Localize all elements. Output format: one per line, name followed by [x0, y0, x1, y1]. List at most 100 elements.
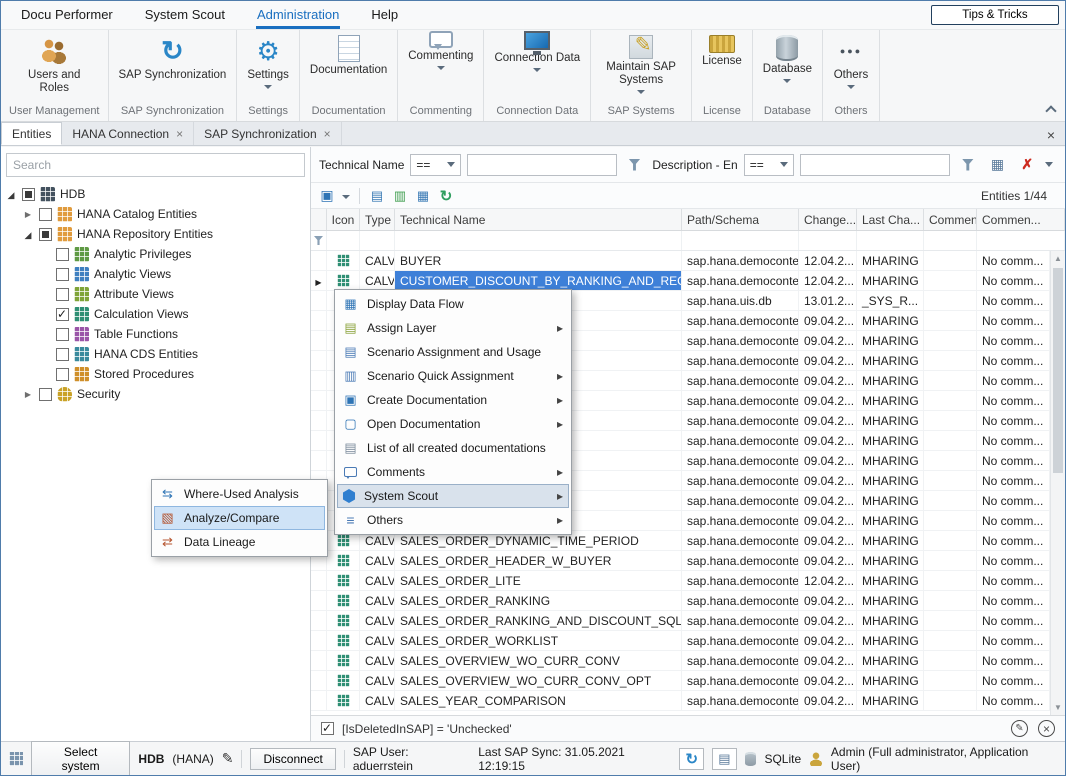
cell-technical-name[interactable]: SALES_ORDER_WORKLIST: [395, 631, 682, 650]
menu-item[interactable]: Administration: [241, 1, 355, 29]
cell-technical-name[interactable]: SALES_ORDER_LITE: [395, 571, 682, 590]
tree-checkbox[interactable]: [39, 228, 52, 241]
cell-technical-name[interactable]: SALES_ORDER_RANKING_AND_DISCOUNT_SQL: [395, 611, 682, 630]
systems-grid-icon[interactable]: [9, 752, 23, 766]
filter-apply-icon[interactable]: [956, 154, 980, 176]
ribbon-button[interactable]: Connection Data: [486, 30, 588, 104]
log-button[interactable]: [712, 748, 737, 770]
table-row[interactable]: CALV SALES_OVERVIEW_WO_CURR_CONV sap.han…: [311, 651, 1050, 671]
ribbon-button[interactable]: SAP Synchronization: [111, 30, 235, 104]
tree-expander-icon[interactable]: [5, 184, 17, 205]
tab[interactable]: HANA Connection ×: [62, 122, 194, 145]
tree-item[interactable]: Security: [1, 384, 310, 404]
context-menu-item[interactable]: Comments: [337, 460, 569, 484]
cell-technical-name[interactable]: SALES_YEAR_COMPARISON: [395, 691, 682, 710]
tab[interactable]: SAP Synchronization ×: [194, 122, 342, 145]
context-menu-item[interactable]: List of all created documentations: [337, 436, 569, 460]
menu-item[interactable]: Docu Performer: [5, 1, 129, 29]
context-menu-item[interactable]: Scenario Quick Assignment: [337, 364, 569, 388]
filter-enabled-checkbox[interactable]: [321, 722, 334, 735]
table-row[interactable]: CALV SALES_ORDER_RANKING_AND_DISCOUNT_SQ…: [311, 611, 1050, 631]
vertical-scrollbar[interactable]: ▲ ▼: [1050, 251, 1065, 715]
edit-filter-icon[interactable]: [1011, 720, 1028, 737]
ribbon-button[interactable]: Settings: [239, 30, 297, 104]
tree-item[interactable]: Table Functions: [1, 324, 310, 344]
cell-technical-name[interactable]: BUYER: [395, 251, 682, 270]
table-row[interactable]: CALV BUYER sap.hana.democonte... 12.04.2…: [311, 251, 1050, 271]
filter-value1-input[interactable]: [467, 154, 617, 176]
filter-operator1-select[interactable]: ==: [410, 154, 460, 176]
tab-close-icon[interactable]: ×: [324, 127, 331, 141]
scroll-up-icon[interactable]: ▲: [1051, 251, 1065, 266]
ribbon-button[interactable]: Commenting: [400, 30, 481, 104]
disconnect-button[interactable]: Disconnect: [250, 748, 335, 770]
tree-item[interactable]: HANA Repository Entities: [1, 224, 310, 244]
tree-checkbox[interactable]: [56, 308, 69, 321]
refresh-icon[interactable]: [436, 186, 456, 206]
cell-technical-name[interactable]: SALES_ORDER_RANKING: [395, 591, 682, 610]
export-grid-icon[interactable]: [413, 186, 433, 206]
context-menu-item[interactable]: Display Data Flow: [337, 292, 569, 316]
tree-checkbox[interactable]: [22, 188, 35, 201]
table-row[interactable]: CALV SALES_OVERVIEW_WO_CURR_CONV_OPT sap…: [311, 671, 1050, 691]
filter-operator2-select[interactable]: ==: [744, 154, 794, 176]
submenu-item[interactable]: Where-Used Analysis: [154, 482, 325, 506]
submenu-item[interactable]: Analyze/Compare: [154, 506, 325, 530]
select-system-button[interactable]: Select system: [31, 741, 131, 776]
tabbar-close-icon[interactable]: ×: [1037, 125, 1065, 145]
grid-filter-row[interactable]: [311, 231, 1065, 251]
context-menu-item[interactable]: Scenario Assignment and Usage: [337, 340, 569, 364]
table-row[interactable]: CALV SALES_ORDER_HEADER_W_BUYER sap.hana…: [311, 551, 1050, 571]
filter-edit-icon[interactable]: [623, 154, 647, 176]
filter-value2-input[interactable]: [800, 154, 950, 176]
context-menu-item[interactable]: Create Documentation: [337, 388, 569, 412]
tree-expander-icon[interactable]: [22, 383, 34, 405]
tree-item[interactable]: HANA Catalog Entities: [1, 204, 310, 224]
tree-checkbox[interactable]: [56, 348, 69, 361]
export-list-icon[interactable]: [367, 186, 387, 206]
tree-item[interactable]: Attribute Views: [1, 284, 310, 304]
cell-technical-name[interactable]: SALES_ORDER_HEADER_W_BUYER: [395, 551, 682, 570]
ribbon-button[interactable]: Documentation: [302, 30, 395, 104]
tree-checkbox[interactable]: [56, 268, 69, 281]
column-header-icon[interactable]: Icon: [327, 209, 360, 230]
context-menu-item[interactable]: Others: [337, 508, 569, 532]
connection-edit-icon[interactable]: [222, 750, 234, 767]
column-header-last-changed[interactable]: Last Cha...: [857, 209, 924, 230]
scroll-down-icon[interactable]: ▼: [1051, 700, 1065, 715]
menu-item[interactable]: System Scout: [129, 1, 241, 29]
table-row[interactable]: CALV SALES_ORDER_RANKING sap.hana.democo…: [311, 591, 1050, 611]
tab-close-icon[interactable]: ×: [176, 127, 183, 141]
tree-checkbox[interactable]: [56, 248, 69, 261]
tree-checkbox[interactable]: [56, 328, 69, 341]
tips-tricks-button[interactable]: Tips & Tricks: [931, 5, 1059, 25]
ribbon-button[interactable]: Others: [825, 30, 877, 104]
context-menu-item[interactable]: Assign Layer: [337, 316, 569, 340]
column-header-comment1[interactable]: Commen...: [924, 209, 977, 230]
table-row[interactable]: CALV SALES_ORDER_WORKLIST sap.hana.democ…: [311, 631, 1050, 651]
ribbon-button[interactable]: License: [694, 30, 750, 104]
ribbon-button[interactable]: Maintain SAP Systems: [593, 30, 689, 104]
cell-technical-name[interactable]: CUSTOMER_DISCOUNT_BY_RANKING_AND_REGION: [395, 271, 682, 290]
column-header-technical-name[interactable]: Technical Name: [395, 209, 682, 230]
tree-expander-icon[interactable]: [22, 203, 34, 225]
sync-button[interactable]: [679, 748, 704, 770]
tree-checkbox[interactable]: [56, 368, 69, 381]
table-row[interactable]: CALV SALES_ORDER_LITE sap.hana.democonte…: [311, 571, 1050, 591]
filter-panel-icon[interactable]: [986, 154, 1010, 176]
tree-item[interactable]: Stored Procedures: [1, 364, 310, 384]
chevron-down-icon[interactable]: [342, 195, 350, 203]
export-excel-icon[interactable]: [390, 186, 410, 206]
search-input[interactable]: [6, 153, 305, 177]
tree-item[interactable]: Analytic Privileges: [1, 244, 310, 264]
column-header-change[interactable]: Change...: [799, 209, 857, 230]
submenu-item[interactable]: Data Lineage: [154, 530, 325, 554]
tab[interactable]: Entities: [1, 122, 62, 145]
scrollbar-thumb[interactable]: [1053, 268, 1063, 473]
ribbon-button[interactable]: Database: [755, 30, 820, 104]
tree-item[interactable]: Analytic Views: [1, 264, 310, 284]
tree-expander-icon[interactable]: [22, 224, 34, 245]
filter-options-dropdown[interactable]: [1045, 158, 1057, 171]
tree-checkbox[interactable]: [56, 288, 69, 301]
table-row[interactable]: CALV SALES_YEAR_COMPARISON sap.hana.demo…: [311, 691, 1050, 711]
